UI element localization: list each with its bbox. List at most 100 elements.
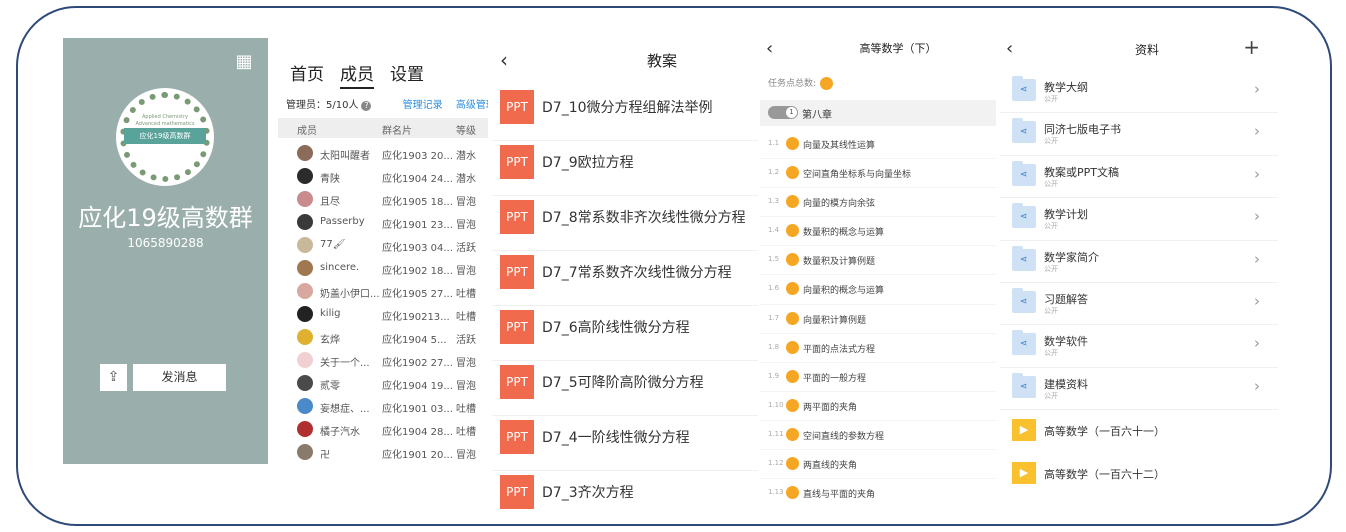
list-item[interactable]: 1.5 数量积及计算例题 [760, 246, 996, 276]
list-item[interactable]: ⋖ 建模资料 公开 › [1000, 368, 1278, 411]
folder-name: 数学软件 [1044, 335, 1088, 349]
list-item[interactable]: PPT D7_7常系数齐次线性微分方程 [492, 251, 758, 306]
chevron-right-icon: › [1254, 80, 1260, 98]
list-item[interactable]: ▶ 高等数学（一百六十二） [1000, 453, 1278, 494]
chapter-header[interactable]: 1 第八章 [760, 100, 996, 126]
member-card: 应化1904 19... [382, 381, 453, 392]
list-item[interactable]: ⋖ 同济七版电子书 公开 › [1000, 113, 1278, 156]
task-number: 1.10 [768, 400, 784, 409]
materials-panel: ‹ 资料 + ⋖ 教学大纲 公开 › ⋖ 同济七版电子书 公开 › ⋖ 教案或PPT文稿 公开 › ⋖ 教… [1000, 38, 1278, 494]
list-item[interactable]: PPT D7_10微分方程组解法举例 [492, 86, 758, 141]
task-name: 数量积的概念与运算 [803, 228, 885, 239]
list-item[interactable]: PPT D7_9欧拉方程 [492, 141, 758, 196]
list-item[interactable]: PPT D7_4一阶线性微分方程 [492, 416, 758, 471]
task-point-icon [786, 486, 799, 500]
list-item[interactable]: 1.3 向量的模方向余弦 [760, 188, 996, 218]
avatar [297, 306, 313, 322]
share-icon: ⋖ [1020, 85, 1028, 95]
list-item[interactable]: 1.1 向量及其线性运算 [760, 130, 996, 160]
list-item[interactable]: 1.9 平面的一般方程 [760, 363, 996, 392]
folder-visibility: 公开 [1044, 95, 1058, 103]
table-row[interactable]: 贰零 应化1904 19... 冒泡 [278, 372, 488, 395]
list-item[interactable]: 1.2 空间直角坐标系与向量坐标 [760, 159, 996, 189]
lecture-name: D7_10微分方程组解法举例 [542, 100, 713, 116]
list-item[interactable]: 1.4 数量积的概念与运算 [760, 217, 996, 247]
list-item[interactable]: 1.7 向量积计算例题 [760, 305, 996, 334]
avatar [297, 168, 313, 184]
table-row[interactable]: 青陕 应化1904 24... 潜水 [278, 165, 488, 188]
list-item[interactable]: ⋖ 数学家简介 公开 › [1000, 241, 1278, 283]
list-item[interactable]: PPT D7_6高阶线性微分方程 [492, 306, 758, 361]
list-item[interactable]: ▶ 高等数学（一百六十一） [1000, 410, 1278, 452]
plus-icon[interactable]: + [1243, 38, 1260, 59]
table-row[interactable]: 且尽 应化1905 18... 冒泡 [278, 188, 488, 211]
ppt-file-icon: PPT [500, 475, 534, 509]
folder-name: 数学家简介 [1044, 250, 1099, 264]
table-row[interactable]: 卍 应化1901 20... 冒泡 [278, 441, 488, 464]
list-item[interactable]: 1.6 向量积的概念与运算 [760, 275, 996, 305]
avatar [297, 398, 313, 414]
task-name: 数量积及计算例题 [803, 257, 876, 268]
task-point-icon [786, 398, 799, 412]
chevron-right-icon: › [1254, 376, 1260, 395]
ppt-file-icon: PPT [500, 200, 534, 234]
member-card: 应化1903 20... [382, 151, 453, 162]
task-number: 1.13 [768, 488, 784, 497]
help-icon[interactable]: ? [361, 101, 372, 111]
member-name: 玄烨 [320, 335, 340, 346]
chapter-toggle[interactable]: 1 [768, 106, 798, 119]
list-item[interactable]: 1.8 平面的点法式方程 [760, 334, 996, 363]
member-name: 橘子汽水 [320, 427, 360, 438]
folder-name: 教学大纲 [1044, 81, 1088, 94]
advanced-manage-link[interactable]: 高级管理 [456, 100, 488, 111]
folder-name: 同济七版电子书 [1044, 123, 1121, 137]
logo-top-text: Applied Chemistry [142, 114, 188, 120]
list-item[interactable]: ⋖ 教学计划 公开 › [1000, 198, 1278, 241]
table-row[interactable]: 玄烨 应化1904 5... 活跃 [278, 326, 488, 349]
tab-members[interactable]: 成员 [340, 60, 374, 89]
send-message-button[interactable]: 发消息 [133, 364, 226, 391]
manage-log-link[interactable]: 管理记录 [403, 100, 443, 111]
avatar [297, 260, 313, 276]
member-name: 关于一个... [320, 358, 370, 369]
list-item[interactable]: ⋖ 习题解答 公开 › [1000, 283, 1278, 326]
task-name: 两平面的夹角 [803, 402, 858, 413]
group-logo: Applied Chemistry Advanced mathematics 应… [116, 88, 214, 186]
table-row[interactable]: 奶盖小伊口... 应化1905 27... 吐槽 [278, 280, 488, 303]
table-row[interactable]: 妄想症、... 应化1901 03... 吐槽 [278, 395, 488, 418]
video-play-icon: ▶ [1012, 419, 1036, 442]
table-row[interactable]: 太阳叫醒者 应化1903 20... 潜水 [278, 142, 488, 165]
list-item[interactable]: 1.11 空间直线的参数方程 [760, 421, 996, 451]
chevron-right-icon: › [1254, 334, 1260, 353]
lecture-list: PPT D7_10微分方程组解法举例 PPT D7_9欧拉方程 PPT D7_8常系数非齐… [492, 86, 758, 514]
share-icon[interactable]: ⇪ [100, 364, 127, 391]
material-list: ⋖ 教学大纲 公开 › ⋖ 同济七版电子书 公开 › ⋖ 教案或PPT文稿 公开 › ⋖ 教学计划 公开 › ⋖… [1000, 71, 1278, 494]
table-row[interactable]: Passerby 应化1901 23... 冒泡 [278, 211, 488, 234]
lecture-name: D7_3齐次方程 [542, 485, 634, 501]
member-level: 吐槽 [456, 404, 476, 415]
share-icon: ⋖ [1020, 169, 1028, 180]
group-name: 应化19级高数群 [78, 204, 253, 232]
table-row[interactable]: 关于一个... 应化1902 27... 冒泡 [278, 349, 488, 372]
avatar [297, 283, 313, 299]
lecture-name: D7_4一阶线性微分方程 [542, 430, 690, 446]
list-item[interactable]: ⋖ 教学大纲 公开 › [1000, 71, 1278, 114]
list-item[interactable]: PPT D7_8常系数非齐次线性微分方程 [492, 196, 758, 251]
tab-settings[interactable]: 设置 [390, 60, 424, 89]
tab-home[interactable]: 首页 [290, 60, 324, 89]
list-item[interactable]: 1.13 直线与平面的夹角 [760, 479, 996, 500]
list-item[interactable]: ⋖ 教案或PPT文稿 公开 › [1000, 156, 1278, 199]
table-row[interactable]: sincere. 应化1902 18... 冒泡 [278, 257, 488, 280]
list-item[interactable]: PPT D7_5可降阶高阶微分方程 [492, 361, 758, 416]
table-row[interactable]: 橘子汽水 应化1904 28... 吐槽 [278, 418, 488, 441]
list-item[interactable]: PPT D7_3齐次方程 [492, 471, 758, 514]
list-item[interactable]: 1.10 两平面的夹角 [760, 392, 996, 421]
table-row[interactable]: 77🖌 应化1903 04... 活跃 [278, 234, 488, 257]
qr-code-icon[interactable]: ▦ [234, 52, 254, 72]
list-item[interactable]: 1.12 两直线的夹角 [760, 450, 996, 480]
list-item[interactable]: ⋖ 数学软件 公开 › [1000, 325, 1278, 368]
lecture-name: D7_6高阶线性微分方程 [542, 320, 690, 336]
share-icon: ⋖ [1020, 381, 1028, 392]
task-name: 空间直角坐标系与向量坐标 [803, 170, 912, 181]
table-row[interactable]: kilig 应化190213... 吐槽 [278, 303, 488, 326]
